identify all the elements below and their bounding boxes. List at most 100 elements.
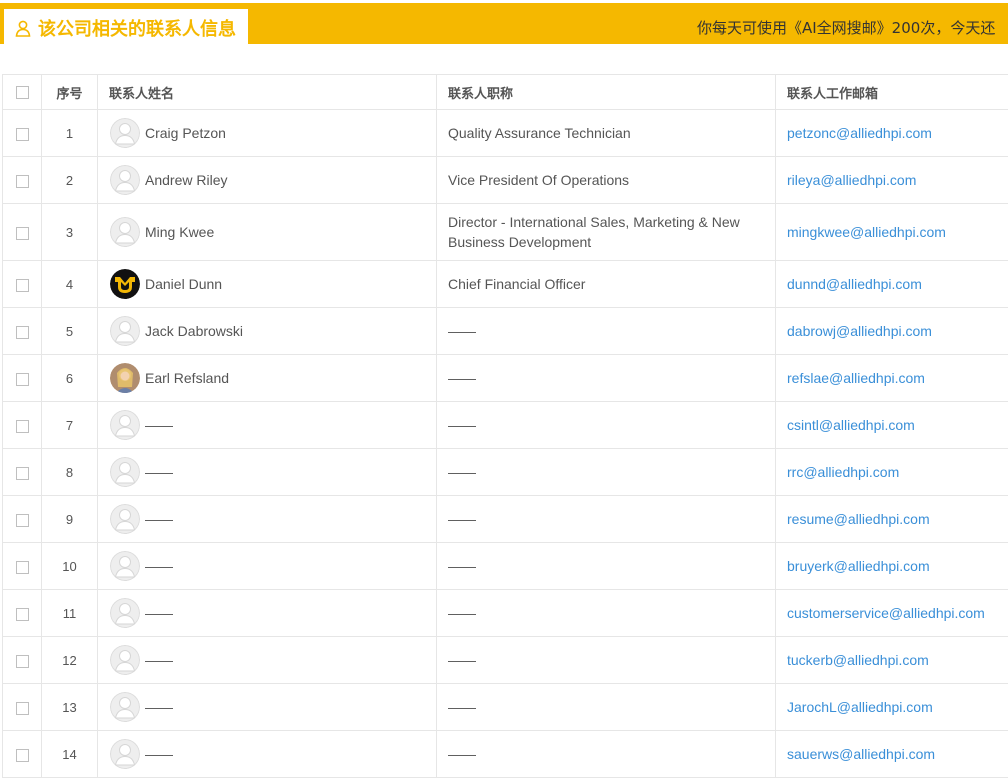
row-number: 14 (42, 731, 98, 778)
row-checkbox[interactable] (16, 326, 29, 339)
contact-email-link[interactable]: mingkwee@alliedhpi.com (787, 224, 946, 240)
logo-avatar (110, 269, 140, 299)
row-checkbox[interactable] (16, 227, 29, 240)
default-avatar-icon (110, 598, 140, 628)
row-checkbox[interactable] (16, 514, 29, 527)
contact-email-cell: customerservice@alliedhpi.com (776, 590, 1008, 637)
contact-email-cell: JarochL@alliedhpi.com (776, 684, 1008, 731)
row-select-cell (3, 637, 42, 684)
contact-email-cell: sauerws@alliedhpi.com (776, 731, 1008, 778)
row-checkbox[interactable] (16, 128, 29, 141)
row-number: 10 (42, 543, 98, 590)
contact-email-link[interactable]: petzonc@alliedhpi.com (787, 125, 932, 141)
contact-name: —— (145, 746, 173, 762)
row-checkbox[interactable] (16, 608, 29, 621)
contact-title: Chief Financial Officer (437, 261, 776, 308)
column-header-title: 联系人职称 (437, 75, 776, 110)
default-avatar-icon (110, 165, 140, 195)
contact-title: Vice President Of Operations (437, 157, 776, 204)
contact-email-link[interactable]: tuckerb@alliedhpi.com (787, 652, 929, 668)
user-icon (15, 19, 33, 37)
header-bar: 该公司相关的联系人信息 你每天可使用《AI全网搜邮》200次，今天还 (0, 3, 1008, 44)
column-header-name: 联系人姓名 (98, 75, 437, 110)
contact-email-link[interactable]: sauerws@alliedhpi.com (787, 746, 935, 762)
contact-name-cell: —— (98, 590, 437, 637)
contact-email-cell: dabrowj@alliedhpi.com (776, 308, 1008, 355)
row-select-cell (3, 308, 42, 355)
row-checkbox[interactable] (16, 561, 29, 574)
contacts-tab[interactable]: 该公司相关的联系人信息 (4, 9, 248, 47)
contact-name-cell: Earl Refsland (98, 355, 437, 402)
table-row: 6Earl Refsland——refslae@alliedhpi.com (3, 355, 1008, 402)
contact-email-link[interactable]: customerservice@alliedhpi.com (787, 605, 985, 621)
contact-email-link[interactable]: dabrowj@alliedhpi.com (787, 323, 932, 339)
row-checkbox[interactable] (16, 702, 29, 715)
row-checkbox[interactable] (16, 279, 29, 292)
default-avatar-icon (110, 118, 140, 148)
contact-email-cell: rrc@alliedhpi.com (776, 449, 1008, 496)
contact-email-link[interactable]: rileya@alliedhpi.com (787, 172, 916, 188)
row-number: 12 (42, 637, 98, 684)
row-select-cell (3, 261, 42, 308)
photo-avatar (110, 363, 140, 393)
contacts-table: 序号 联系人姓名 联系人职称 联系人工作邮箱 1Craig PetzonQual… (2, 74, 1008, 778)
contact-email-link[interactable]: rrc@alliedhpi.com (787, 464, 899, 480)
table-row: 7————csintl@alliedhpi.com (3, 402, 1008, 449)
row-checkbox[interactable] (16, 420, 29, 433)
contact-email-cell: tuckerb@alliedhpi.com (776, 637, 1008, 684)
row-select-cell (3, 402, 42, 449)
row-select-cell (3, 204, 42, 261)
contact-name: —— (145, 558, 173, 574)
contact-name-cell: Andrew Riley (98, 157, 437, 204)
contact-name-cell: Craig Petzon (98, 110, 437, 157)
contact-title: Quality Assurance Technician (437, 110, 776, 157)
contact-name-cell: —— (98, 449, 437, 496)
table-row: 3Ming KweeDirector - International Sales… (3, 204, 1008, 261)
contact-name: —— (145, 605, 173, 621)
row-checkbox[interactable] (16, 373, 29, 386)
default-avatar-icon (110, 316, 140, 346)
contact-email-link[interactable]: dunnd@alliedhpi.com (787, 276, 922, 292)
contact-email-cell: bruyerk@alliedhpi.com (776, 543, 1008, 590)
row-select-cell (3, 684, 42, 731)
row-number: 4 (42, 261, 98, 308)
contact-email-link[interactable]: csintl@alliedhpi.com (787, 417, 915, 433)
row-select-cell (3, 496, 42, 543)
row-checkbox[interactable] (16, 655, 29, 668)
contact-title: —— (437, 496, 776, 543)
table-row: 5Jack Dabrowski——dabrowj@alliedhpi.com (3, 308, 1008, 355)
contact-title: —— (437, 355, 776, 402)
contact-name: Craig Petzon (145, 125, 226, 141)
row-checkbox[interactable] (16, 467, 29, 480)
row-select-cell (3, 543, 42, 590)
contact-title: —— (437, 402, 776, 449)
row-checkbox[interactable] (16, 175, 29, 188)
default-avatar-icon (110, 410, 140, 440)
select-all-checkbox[interactable] (16, 86, 29, 99)
contact-email-cell: csintl@alliedhpi.com (776, 402, 1008, 449)
contact-title: —— (437, 449, 776, 496)
default-avatar-icon (110, 739, 140, 769)
contact-email-link[interactable]: bruyerk@alliedhpi.com (787, 558, 930, 574)
contact-name-cell: —— (98, 543, 437, 590)
table-row: 8————rrc@alliedhpi.com (3, 449, 1008, 496)
default-avatar-icon (110, 692, 140, 722)
row-select-cell (3, 157, 42, 204)
table-row: 11————customerservice@alliedhpi.com (3, 590, 1008, 637)
contact-email-link[interactable]: resume@alliedhpi.com (787, 511, 930, 527)
contact-name-cell: —— (98, 402, 437, 449)
contact-name: Earl Refsland (145, 370, 229, 386)
row-select-cell (3, 449, 42, 496)
contact-email-link[interactable]: refslae@alliedhpi.com (787, 370, 925, 386)
contact-title: —— (437, 684, 776, 731)
contact-title: —— (437, 308, 776, 355)
contact-name: —— (145, 417, 173, 433)
contact-email-cell: rileya@alliedhpi.com (776, 157, 1008, 204)
contact-email-link[interactable]: JarochL@alliedhpi.com (787, 699, 933, 715)
contact-email-cell: dunnd@alliedhpi.com (776, 261, 1008, 308)
table-row: 13————JarochL@alliedhpi.com (3, 684, 1008, 731)
table-row: 2Andrew RileyVice President Of Operation… (3, 157, 1008, 204)
contact-name: Jack Dabrowski (145, 323, 243, 339)
row-checkbox[interactable] (16, 749, 29, 762)
row-select-cell (3, 731, 42, 778)
